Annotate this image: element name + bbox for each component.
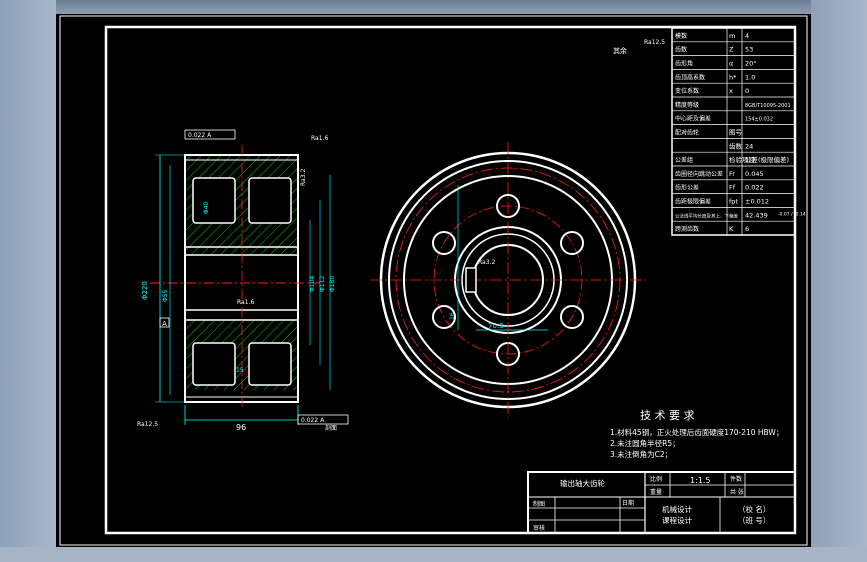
drawn-label: 制图 [533,500,545,508]
param-val-4: 0 [745,87,749,95]
roughness-mid: Ra1.6 [237,299,254,306]
param-sym-14: K [729,225,734,233]
cad-viewport: 96 Φ220 Φ55 Φ104 Φ112 Φ180 15 Φ40 0.022 … [0,0,867,562]
wk-deviation: -0.07 / -0.14 [778,211,806,217]
dim-key-width: 16 [449,312,456,320]
param-sym-8: 齿数 [729,141,743,150]
param-val-2: 20° [745,60,757,68]
dim-d1: Φ104 [309,276,316,292]
roughness-top: Ra1.6 [311,135,328,142]
drawing-sheet[interactable]: 96 Φ220 Φ55 Φ104 Φ112 Φ180 15 Φ40 0.022 … [0,0,867,562]
param-name-14: 跨测齿数 [675,225,699,233]
param-name-12: 齿距极限偏差 [675,198,711,206]
sheet-label: 共 张 [730,488,744,496]
param-name-3: 齿顶高系数 [675,73,705,81]
dim-d3: Φ180 [329,276,336,292]
param-val-10: 0.045 [745,170,764,178]
param-name-2: 齿形角 [675,60,693,68]
param-val-8: 24 [745,142,753,150]
param-name-1: 齿数 [675,46,687,54]
dim-rim: 15 [236,367,244,374]
param-val-5: 8GB/T10095-2001 [745,103,791,109]
tech-req-item-3: 3.未注倒角为C2； [610,449,672,459]
dim-d2: Φ112 [319,276,326,292]
param-val-6: 154±0.032 [745,117,773,123]
param-sym-11: Ff [729,184,736,192]
param-val-12: ±0.012 [745,198,769,206]
scale-value: 1:1.5 [690,476,711,485]
course-label: 机械设计 [662,504,692,514]
dim-keyway: 70.3 [488,322,504,330]
part-name: 输出轴大齿轮 [560,478,605,488]
param-val-3: 1.0 [745,73,755,81]
tech-req-item-2: 2.未注圆角半径R5； [610,438,680,448]
param-sym-2: α [729,60,733,68]
param-sym-0: m [729,32,735,40]
param-val-14: 6 [745,225,749,233]
param-sym-12: fpt [729,198,738,206]
param-val-9: 公差(极限偏差) [745,155,789,164]
param-val-11: 0.022 [745,184,764,192]
param-name-7: 配对齿轮 [675,129,699,137]
param-val-13: 42.439 [745,211,768,219]
param-sym-1: Z [729,46,734,54]
tol-bottom: 0.022 A [301,417,325,424]
param-sym-3: h* [729,73,737,81]
roughness-right: Ra3.2 [300,169,307,186]
tol-top: 0.022 A [188,132,212,139]
datum-label: A [162,320,167,328]
param-sym-4: x [729,87,733,95]
date-label: 日期 [622,499,634,507]
param-name-0: 模数 [675,32,687,40]
param-name-6: 中心距及偏差 [675,115,711,123]
param-sym-10: Fr [729,170,735,178]
param-sym-7: 图号 [729,129,743,137]
tech-req-heading: 技 术 要 求 [640,409,695,422]
course-label-2: 课程设计 [662,515,692,525]
param-name-5: 精度等级 [675,101,699,109]
class-label: （班 号） [738,515,770,525]
param-name-4: 变位系数 [675,87,699,95]
param-val-1: 53 [745,46,753,54]
rest-roughness-label: 其余 [613,46,627,55]
param-name-11: 齿形公差 [675,184,699,192]
school-label: （校 名） [738,504,770,514]
qty-label: 件数 [730,475,742,483]
tech-req-item-1: 1.材料45钢，正火处理后齿面硬度170-210 HBW； [610,427,783,437]
param-name-9: 公差组 [675,156,693,164]
rest-roughness-value: Ra12.5 [644,39,665,46]
param-name-13: 公法线平均长度及其上、下偏差 [675,212,738,219]
roughness-keyway: Ra3.2 [478,259,495,266]
roughness-left: Ra12.5 [137,421,158,428]
weight-label: 重量 [650,488,662,496]
checked-label: 审核 [533,524,545,532]
dim-bore: Φ55 [162,289,169,302]
param-val-0: 4 [745,32,749,40]
param-name-10: 齿圈径向跳动公差 [675,170,723,178]
scale-label: 比例 [650,475,662,483]
dim-hole: Φ40 [203,201,210,214]
dim-od: Φ220 [141,281,149,300]
view-label: 剖面 [325,424,337,432]
dim-width: 96 [236,423,246,432]
